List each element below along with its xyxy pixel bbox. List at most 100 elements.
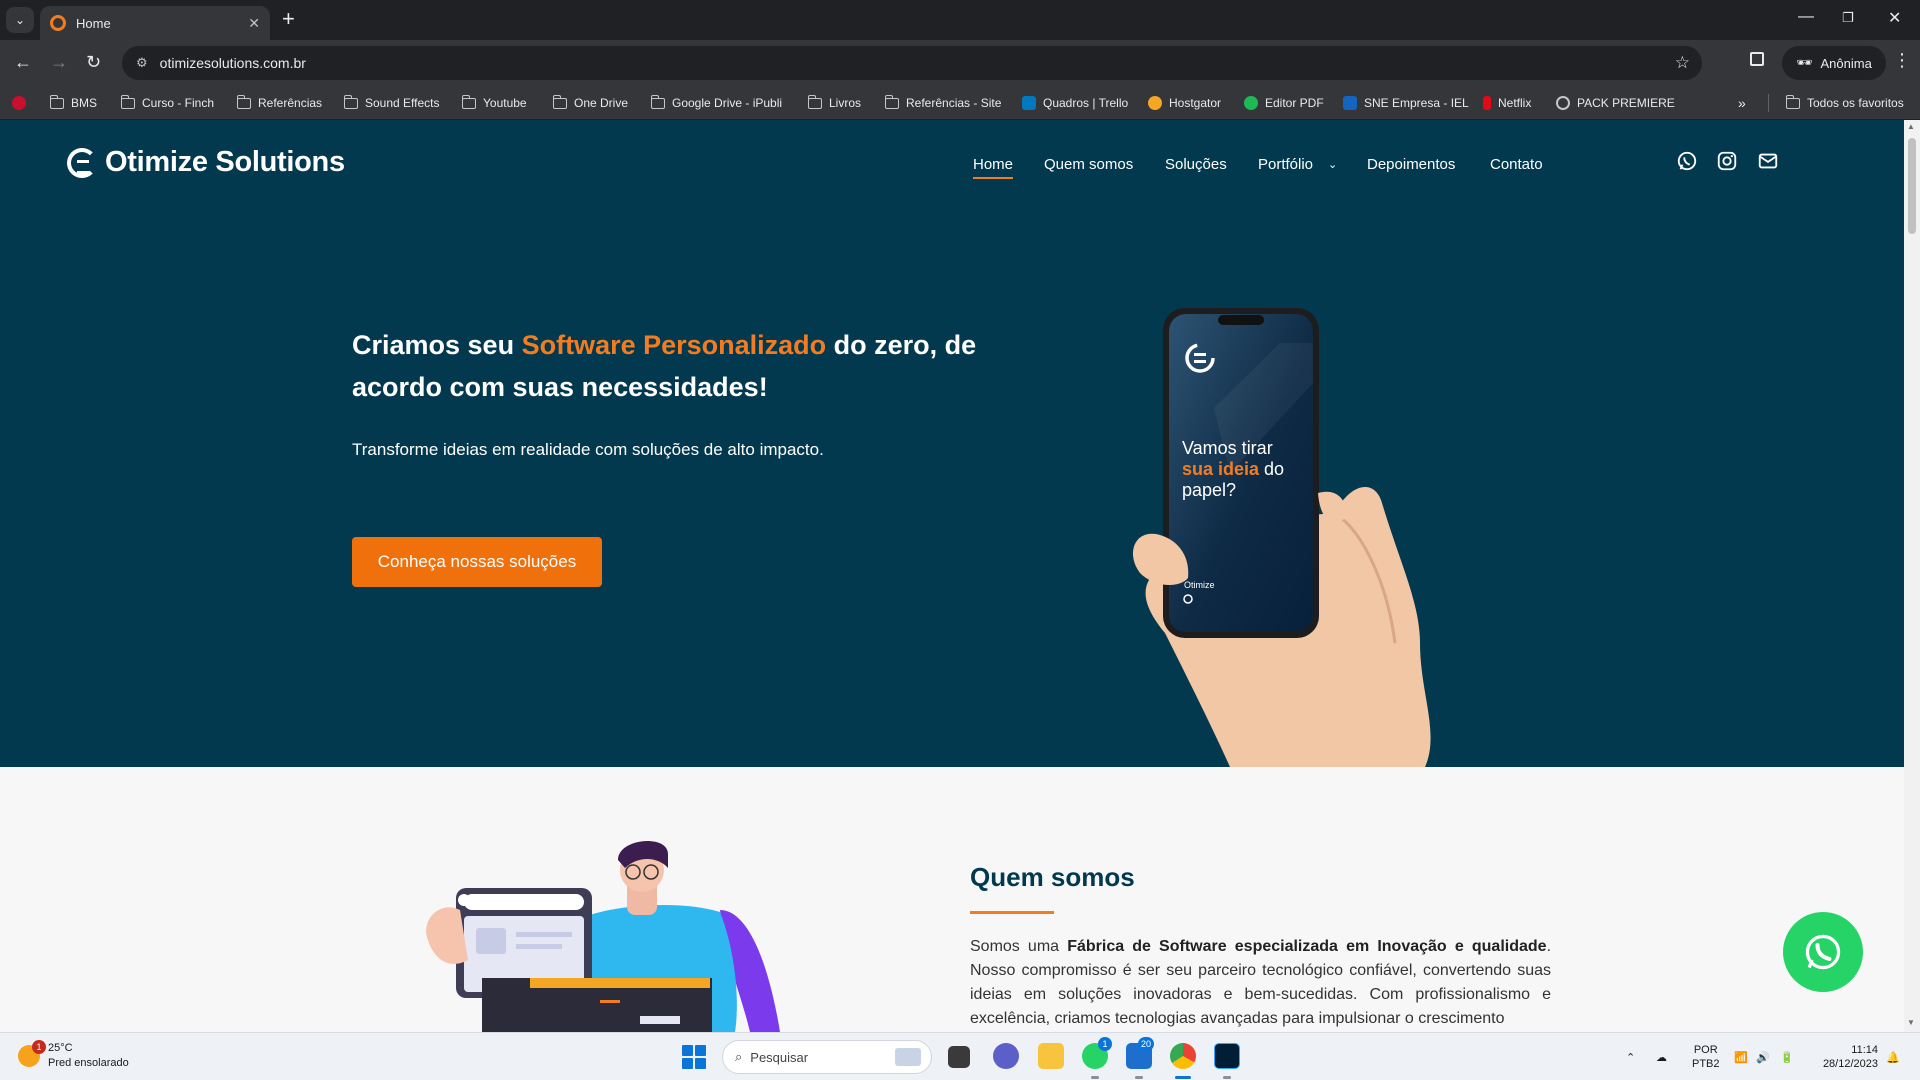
page-scrollbar[interactable]: ▲ ▼	[1904, 120, 1920, 1032]
nav-contato[interactable]: Contato	[1490, 156, 1543, 173]
nav-portfolio[interactable]: Portfólio	[1258, 156, 1313, 173]
about-title-underline	[970, 911, 1054, 914]
folder-icon	[807, 94, 822, 109]
browser-menu-icon[interactable]: ⋮	[1893, 50, 1911, 71]
task-view-icon[interactable]	[948, 1046, 970, 1068]
incognito-profile-button[interactable]: 🕶 Anônima	[1782, 46, 1886, 80]
whatsapp-icon[interactable]	[1676, 150, 1698, 172]
bookmark-star-icon[interactable]: ☆	[1675, 53, 1690, 73]
chevron-down-icon: ⌄	[1328, 159, 1338, 171]
bookmark-item[interactable]: PACK PREMIERE	[1556, 86, 1675, 120]
brand-logo-icon	[67, 147, 97, 178]
weather-widget[interactable]: 1 25°C Pred ensolarado	[18, 1040, 129, 1071]
about-text: Somos uma Fábrica de Software especializ…	[970, 935, 1551, 1031]
weather-badge: 1	[32, 1040, 46, 1054]
bookmark-item[interactable]: Quadros | Trello	[1022, 86, 1128, 120]
tray-overflow-icon[interactable]: ⌃	[1626, 1033, 1635, 1080]
reload-icon[interactable]: ↻	[86, 52, 101, 72]
tab-close-icon[interactable]: ✕	[248, 15, 260, 32]
folder-icon	[552, 94, 567, 109]
bookmark-item[interactable]: Livros	[807, 86, 861, 120]
start-menu-icon[interactable]	[682, 1045, 706, 1069]
bookmark-item[interactable]: Google Drive - iPubli	[650, 86, 783, 120]
site-info-icon[interactable]: ⚙	[136, 55, 148, 71]
browser-tab-strip: ⌄ Home ✕ + — ❐ ✕	[0, 0, 1920, 40]
bookmark-item[interactable]: Youtube	[461, 86, 527, 120]
bookmark-item[interactable]: Hostgator	[1148, 86, 1221, 120]
onedrive-icon[interactable]: ☁	[1656, 1033, 1667, 1080]
folder-icon	[120, 94, 135, 109]
mail-icon[interactable]	[1757, 150, 1779, 172]
restore-icon[interactable]: ❐	[1842, 10, 1854, 26]
bookmark-item[interactable]: Referências - Site	[884, 86, 1001, 120]
bookmark-label: Hostgator	[1169, 96, 1222, 110]
phone-brand-text: Otimize	[1184, 580, 1215, 590]
calendar-highlight-icon	[895, 1048, 921, 1066]
folder-icon	[884, 94, 899, 109]
netflix-icon	[1483, 96, 1491, 110]
bookmark-label: Google Drive - iPubli	[672, 96, 783, 110]
language-indicator[interactable]: POR PTB2	[1692, 1043, 1720, 1071]
bookmarks-overflow-icon[interactable]: »	[1738, 86, 1746, 120]
bookmark-item[interactable]: Sound Effects	[343, 86, 440, 120]
running-indicator	[1135, 1076, 1143, 1079]
folder-icon	[49, 94, 64, 109]
forward-arrow-icon[interactable]: →	[50, 52, 68, 72]
nav-home[interactable]: Home	[973, 156, 1014, 179]
scroll-up-icon[interactable]: ▲	[1907, 122, 1915, 131]
bookmark-item[interactable]: Curso - Finch	[120, 86, 214, 120]
bookmark-label: Quadros | Trello	[1043, 96, 1129, 110]
photoshop-app-icon[interactable]	[1214, 1043, 1240, 1069]
teams-chat-icon[interactable]	[993, 1043, 1019, 1069]
bookmark-label: Netflix	[1498, 96, 1532, 110]
bookmark-item[interactable]: SNE Empresa - IEL	[1343, 86, 1469, 120]
hostgator-icon	[1148, 96, 1162, 110]
incognito-icon: 🕶	[1796, 55, 1813, 70]
system-clock[interactable]: 11:14 28/12/2023	[1812, 1043, 1878, 1071]
all-bookmarks-button[interactable]: Todos os favoritos	[1785, 86, 1904, 120]
volume-icon[interactable]: 🔊	[1756, 1033, 1770, 1080]
nav-depoimentos[interactable]: Depoimentos	[1367, 156, 1455, 173]
new-tab-button[interactable]: +	[282, 8, 295, 30]
bookmark-item[interactable]: One Drive	[552, 86, 629, 120]
nav-solucoes[interactable]: Soluções	[1165, 156, 1227, 173]
bookmark-item[interactable]: BMS	[49, 86, 97, 120]
windows-taskbar: 1 25°C Pred ensolarado ⌕ Pesquisar 1 20 …	[0, 1032, 1920, 1080]
address-bar[interactable]: ⚙ otimizesolutions.com.br ☆	[122, 46, 1702, 80]
nav-quem-somos[interactable]: Quem somos	[1044, 156, 1133, 173]
bookmark-pinned[interactable]	[12, 86, 26, 120]
file-explorer-icon[interactable]	[1038, 1043, 1064, 1069]
bookmark-item[interactable]: Editor PDF	[1244, 86, 1324, 120]
notification-bell-icon[interactable]: 🔔	[1886, 1033, 1900, 1080]
whatsapp-badge: 1	[1098, 1037, 1112, 1051]
window-close-icon[interactable]: ✕	[1888, 8, 1901, 28]
site-logo[interactable]: Otimize Solutions	[67, 146, 345, 179]
instagram-icon[interactable]	[1716, 150, 1738, 172]
solutions-cta-button[interactable]: Conheça nossas soluções	[352, 537, 602, 587]
bookmark-label: SNE Empresa - IEL	[1364, 96, 1469, 110]
folder-icon	[461, 94, 476, 109]
bookmarks-bar: BMS Curso - Finch Referências Sound Effe…	[0, 86, 1920, 120]
tab-home[interactable]: Home ✕	[40, 6, 270, 40]
bookmark-label: Todos os favoritos	[1807, 96, 1904, 110]
bookmark-item[interactable]: Referências	[236, 86, 322, 120]
taskbar-search[interactable]: ⌕ Pesquisar	[722, 1040, 932, 1074]
chrome-app-icon[interactable]	[1170, 1043, 1196, 1069]
whatsapp-float-button[interactable]	[1783, 912, 1863, 992]
tab-search-button[interactable]: ⌄	[6, 7, 34, 33]
side-panel-icon[interactable]	[1750, 52, 1764, 66]
back-arrow-icon[interactable]: ←	[14, 52, 32, 72]
headline-text: Criamos seu	[352, 330, 522, 360]
lang-code: POR	[1693, 1044, 1718, 1056]
bookmark-label: One Drive	[574, 96, 629, 110]
pinned-app-icon	[12, 96, 26, 110]
bookmark-item[interactable]: Netflix	[1483, 86, 1531, 120]
clock-time: 11:14	[1851, 1044, 1878, 1056]
scrollbar-thumb[interactable]	[1908, 138, 1916, 234]
wifi-icon[interactable]: 📶	[1734, 1033, 1748, 1080]
phone-text-highlight: sua ideia	[1182, 459, 1260, 479]
scroll-down-icon[interactable]: ▼	[1907, 1018, 1915, 1027]
minimize-icon[interactable]: —	[1798, 8, 1814, 26]
battery-icon[interactable]: 🔋	[1780, 1033, 1794, 1080]
profile-label: Anônima	[1820, 55, 1872, 71]
